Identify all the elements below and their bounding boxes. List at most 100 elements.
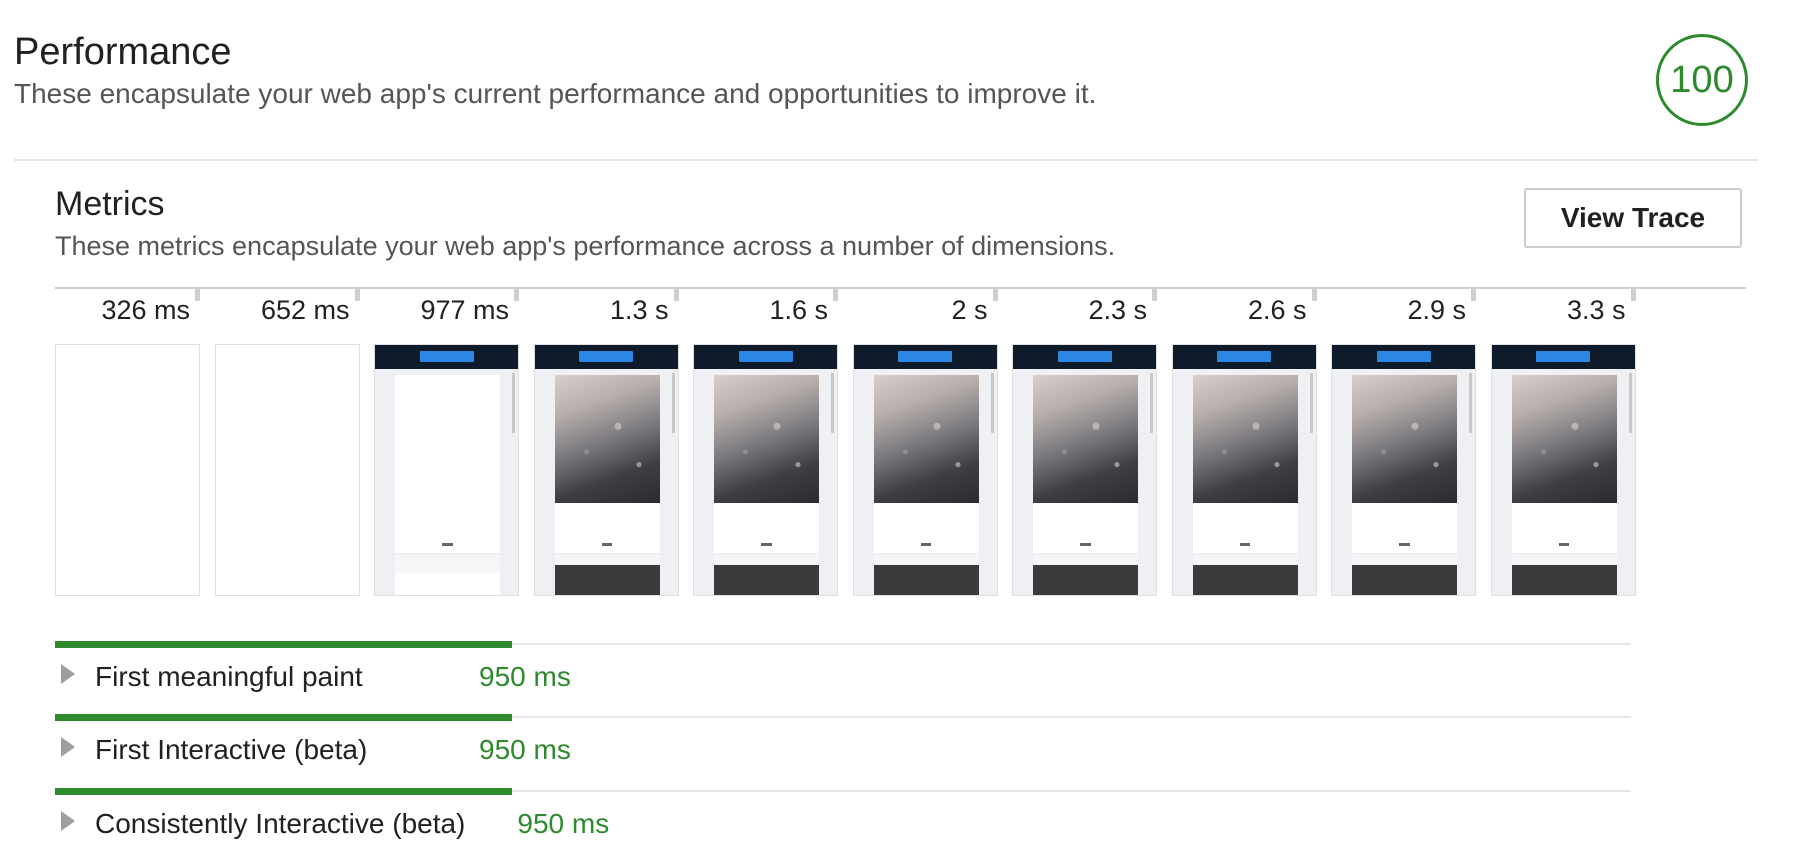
frame-scrollbar [1469,373,1472,433]
frame-card [1192,375,1298,557]
frame-app-bar [375,345,518,369]
filmstrip-frame [693,344,838,596]
metrics-header: Metrics These metrics encapsulate your w… [55,184,1115,264]
frame-scrollbar [1628,373,1632,433]
frame-app-bar [1013,345,1156,369]
frame-next-photo [1352,565,1457,595]
frame-next-photo [1511,565,1617,595]
frame-photo [714,375,819,503]
frame-app-button [1217,351,1271,362]
metric-progress-bar [55,641,512,648]
metric-label: First meaningful paint [95,661,363,692]
category-description: These encapsulate your web app's current… [14,78,1097,109]
frame-photo [873,375,979,503]
metric-row[interactable]: First meaningful paint 950 ms [55,641,1631,716]
frame-card [395,375,500,557]
frame-text-line [442,543,453,546]
category-header: Performance These encapsulate your web a… [14,30,1096,112]
frame-app-bar [853,345,997,369]
metrics-title: Metrics [55,185,165,223]
frame-app-bar [694,345,837,369]
metric-value: 950 ms [479,661,571,692]
frame-text-line [1399,543,1410,546]
frame-app-bar [1332,345,1475,369]
metric-value: 950 ms [517,808,610,839]
filmstrip-frame [55,344,200,596]
filmstrip-timestamp: 977 ms [420,295,509,325]
frame-next-photo [1033,565,1138,595]
filmstrip-timestamp: 326 ms [101,295,190,325]
frame-app-button [898,351,952,362]
metric-progress-bar [55,788,512,795]
frame-photo [1511,375,1617,503]
frame-text-line [1558,543,1570,546]
section-divider [14,159,1758,161]
metric-progress-bar [55,714,512,721]
frame-text-line [920,543,932,546]
filmstrip-timestamp: 652 ms [260,295,350,325]
expand-arrow-icon[interactable] [61,737,75,757]
frame-card [873,375,979,557]
metrics-description: These metrics encapsulate your web app's… [55,231,1116,261]
frame-app-bar [1172,345,1316,369]
metric-label: First Interactive (beta) [95,734,368,765]
frame-scrollbar [1150,373,1153,433]
expand-arrow-icon[interactable] [61,664,75,684]
frame-app-button [579,351,633,362]
expand-arrow-icon[interactable] [61,811,75,831]
filmstrip-frame [533,344,679,596]
frame-scrollbar [1309,373,1313,433]
frame-text-line [761,543,772,546]
view-trace-button[interactable]: View Trace [1524,188,1742,248]
filmstrip-frame [852,344,998,596]
frame-card [554,375,660,557]
frame-next-photo [554,565,660,595]
frame-card [1352,375,1457,557]
metric-row[interactable]: First Interactive (beta) 950 ms [55,714,1631,789]
frame-scrollbar [990,373,994,433]
filmstrip-timestamp: 2 s [951,295,988,325]
frame-text-line [1080,543,1091,546]
frame-app-button [738,351,793,362]
filmstrip-timeline [55,287,1746,289]
frame-scrollbar [831,373,834,433]
frame-next-card [395,573,500,595]
frame-card-footer [395,555,500,573]
frame-app-button [419,351,474,362]
frame-scrollbar [512,373,515,433]
filmstrip-timestamp: 2.9 s [1407,295,1466,325]
frame-photo [1033,375,1138,503]
frame-photo [1192,375,1298,503]
metric-value: 950 ms [479,734,571,765]
metric-row[interactable]: Consistently Interactive (beta) 950 ms [55,788,1631,863]
frame-photo [554,375,660,503]
frame-card [1511,375,1617,557]
frame-next-photo [873,565,979,595]
filmstrip-frame [1012,344,1157,596]
filmstrip-tick [1630,289,1636,301]
frame-app-bar [1491,345,1635,369]
frame-card [1033,375,1138,557]
filmstrip-timestamp: 2.3 s [1088,295,1147,325]
frame-photo [1352,375,1457,503]
filmstrip-timestamp: 1.3 s [609,295,669,325]
frame-app-button [1376,351,1431,362]
frame-app-bar [534,345,678,369]
category-title: Performance [14,31,232,73]
filmstrip-timestamp: 3.3 s [1566,295,1626,325]
frame-next-photo [1192,565,1298,595]
frame-app-button [1057,351,1112,362]
filmstrip-frame [1171,344,1317,596]
metric-label: Consistently Interactive (beta) [95,808,466,839]
filmstrip-timestamp: 2.6 s [1247,295,1307,325]
frame-text-line [1239,543,1251,546]
filmstrip-frame [1490,344,1636,596]
frame-scrollbar [671,373,675,433]
filmstrip-frame [374,344,519,596]
filmstrip-frame [1331,344,1476,596]
filmstrip-frame [214,344,360,596]
frame-next-photo [714,565,819,595]
filmstrip-timestamp: 1.6 s [769,295,828,325]
frame-app-button [1536,351,1590,362]
score-gauge: 100 [1656,34,1748,126]
